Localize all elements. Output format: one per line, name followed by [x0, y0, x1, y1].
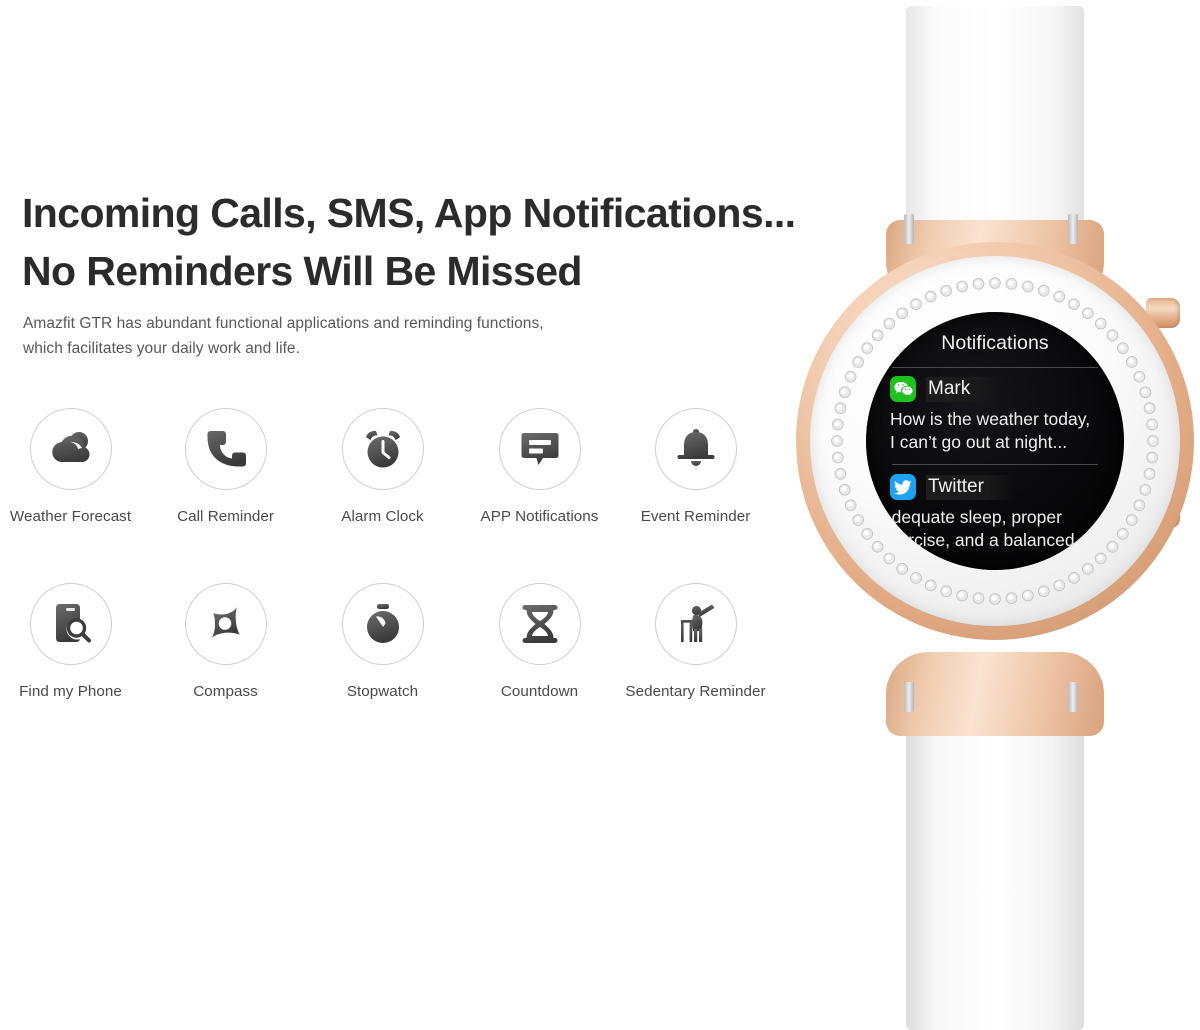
feature-call-reminder: Call Reminder: [147, 408, 304, 525]
divider: [892, 464, 1098, 465]
notification-header: Mark: [890, 376, 1118, 402]
feature-label: Sedentary Reminder: [625, 683, 766, 700]
feature-row-2: Find my Phone Compass Stopwatch Countdow…: [0, 583, 792, 758]
feature-label: Stopwatch: [346, 683, 419, 700]
icon-circle: [654, 408, 737, 490]
feature-label: APP Notifications: [480, 508, 599, 525]
spring-bar: [904, 214, 914, 244]
feature-row-1: Weather Forecast Call Reminder Alarm Clo…: [0, 408, 792, 583]
notification-sender: Mark: [926, 376, 1001, 402]
headline-line-1: Incoming Calls, SMS, App Notifications..…: [22, 190, 796, 237]
feature-weather-forecast: Weather Forecast: [0, 408, 149, 525]
subcopy: Amazfit GTR has abundant functional appl…: [23, 311, 723, 361]
icon-circle: [184, 408, 267, 490]
sedentary-person-icon: [674, 602, 718, 646]
feature-sedentary-reminder: Sedentary Reminder: [617, 583, 774, 700]
icon-circle: [654, 583, 737, 665]
notification-body: Adequate sleep, proper exercise, and a b…: [880, 506, 1118, 552]
stopwatch-icon: [363, 602, 403, 646]
phone-search-icon: [50, 602, 92, 646]
feature-find-my-phone: Find my Phone: [0, 583, 149, 700]
feature-event-reminder: Event Reminder: [617, 408, 774, 525]
notification-item[interactable]: Mark How is the weather today, I can’t g…: [890, 376, 1118, 454]
feature-label: Countdown: [500, 683, 579, 700]
feature-compass: Compass: [147, 583, 304, 700]
feature-label: Alarm Clock: [341, 508, 424, 525]
feature-label: Call Reminder: [177, 508, 274, 525]
icon-circle: [498, 408, 581, 490]
feature-countdown: Countdown: [461, 583, 618, 700]
notifications-app: Notifications Mark How is the weather to…: [866, 312, 1124, 570]
alarm-clock-icon: [361, 427, 405, 471]
icon-circle: [498, 583, 581, 665]
cloud-sun-icon: [48, 428, 94, 470]
feature-label: Weather Forecast: [9, 508, 132, 525]
spring-bar: [1068, 214, 1078, 244]
notification-body-line-1: How is the weather today,: [890, 409, 1091, 429]
spring-bar: [1068, 682, 1078, 712]
compass-icon: [204, 603, 248, 645]
icon-circle: [29, 583, 112, 665]
feature-stopwatch: Stopwatch: [304, 583, 461, 700]
notification-header: Twitter: [890, 474, 1118, 500]
icon-circle: [29, 408, 112, 490]
notification-body-line-1: Adequate sleep, proper: [880, 507, 1062, 527]
product-feature-banner: { "headline": { "line1": "Incoming Calls…: [0, 0, 1200, 1030]
spring-bar: [904, 682, 914, 712]
feature-alarm-clock: Alarm Clock: [304, 408, 461, 525]
watch-strap-bottom: [906, 700, 1084, 1030]
subcopy-line-2: which facilitates your daily work and li…: [23, 339, 300, 357]
hourglass-icon: [521, 603, 559, 645]
notification-item[interactable]: Twitter Adequate sleep, proper exercise,…: [880, 474, 1118, 552]
wechat-icon: [890, 376, 916, 402]
feature-label: Find my Phone: [19, 683, 122, 700]
icon-circle: [184, 583, 267, 665]
feature-label: Event Reminder: [640, 508, 751, 525]
feature-label: Compass: [193, 683, 258, 700]
watch-screen[interactable]: Notifications Mark How is the weather to…: [866, 312, 1124, 570]
feature-icon-grid: Weather Forecast Call Reminder Alarm Clo…: [0, 408, 792, 758]
phone-handset-icon: [205, 427, 247, 471]
icon-circle: [341, 583, 424, 665]
twitter-bird-icon: [890, 474, 916, 500]
feature-app-notifications: APP Notifications: [461, 408, 618, 525]
bell-icon: [676, 427, 716, 471]
divider: [892, 367, 1098, 368]
message-bubble-icon: [519, 428, 561, 470]
notification-sender: Twitter: [926, 474, 1014, 500]
notification-body: How is the weather today, I can’t go out…: [890, 408, 1118, 454]
notification-body-line-2: I can’t go out at night...: [890, 431, 1068, 452]
subcopy-line-1: Amazfit GTR has abundant functional appl…: [23, 314, 544, 332]
icon-circle: [341, 408, 424, 490]
smartwatch-product-image: Notifications Mark How is the weather to…: [778, 6, 1200, 1030]
notification-body-line-2: exercise, and a balanced: [880, 529, 1075, 550]
screen-title: Notifications: [941, 332, 1049, 354]
